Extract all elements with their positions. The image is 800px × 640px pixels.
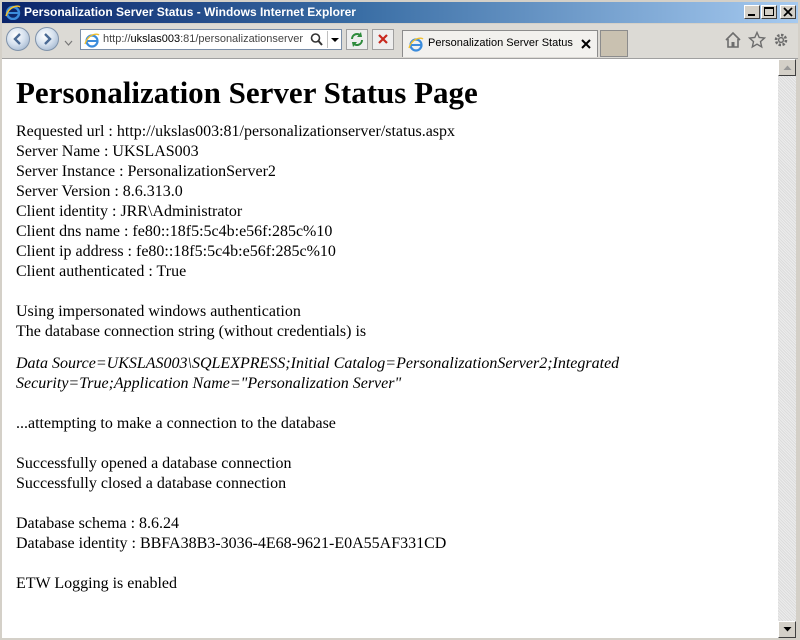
page-title: Personalization Server Status Page xyxy=(16,75,478,110)
database-identity: Database identity : BBFA38B3-3036-4E68-9… xyxy=(16,535,447,552)
close-window-button[interactable] xyxy=(780,5,796,19)
address-bar[interactable]: http://ukslas003:81/personalizationserve… xyxy=(80,29,342,50)
info-server-version: Server Version : 8.6.313.0 xyxy=(16,183,183,200)
new-tab-button[interactable] xyxy=(600,30,628,57)
info-server-instance: Server Instance : PersonalizationServer2 xyxy=(16,163,276,180)
address-dropdown-icon[interactable] xyxy=(327,31,342,48)
vertical-scrollbar[interactable] xyxy=(778,59,796,638)
etw-logging-status: ETW Logging is enabled xyxy=(16,575,177,592)
connection-attempt-text: ...attempting to make a connection to th… xyxy=(16,415,336,432)
connection-string-intro: The database connection string (without … xyxy=(16,323,367,340)
info-client-identity: Client identity : JRR\Administrator xyxy=(16,203,243,220)
info-client-dns-name: Client dns name : fe80::18f5:5c4b:e56f:2… xyxy=(16,223,333,240)
home-icon[interactable] xyxy=(724,31,742,49)
connection-closed-text: Successfully closed a database connectio… xyxy=(16,475,287,492)
refresh-button[interactable] xyxy=(346,29,368,50)
info-client-authenticated: Client authenticated : True xyxy=(16,263,187,280)
recent-pages-dropdown-icon[interactable] xyxy=(64,34,73,46)
tools-gear-icon[interactable] xyxy=(772,31,790,49)
minimize-button[interactable] xyxy=(744,5,760,19)
stop-button[interactable] xyxy=(372,29,394,50)
title-bar[interactable]: Personalization Server Status - Windows … xyxy=(2,2,798,23)
scroll-down-button[interactable] xyxy=(778,621,796,638)
maximize-button[interactable] xyxy=(761,5,777,19)
info-client-ip-address: Client ip address : fe80::18f5:5c4b:e56f… xyxy=(16,243,336,260)
back-button[interactable] xyxy=(6,27,30,51)
page-icon xyxy=(84,32,100,48)
address-url[interactable]: http://ukslas003:81/personalizationserve… xyxy=(103,30,303,49)
browser-window: Personalization Server Status - Windows … xyxy=(0,0,800,640)
window-title: Personalization Server Status - Windows … xyxy=(24,5,356,19)
favorites-star-icon[interactable] xyxy=(747,30,767,49)
scroll-up-button[interactable] xyxy=(778,59,796,76)
forward-button[interactable] xyxy=(35,27,59,51)
info-server-name: Server Name : UKSLAS003 xyxy=(16,143,199,160)
close-tab-icon[interactable] xyxy=(580,37,592,49)
info-requested-url: Requested url : http://ukslas003:81/pers… xyxy=(16,123,456,140)
page-content: Personalization Server Status Page Reque… xyxy=(16,59,756,594)
connection-opened-text: Successfully opened a database connectio… xyxy=(16,455,292,472)
auth-mode-text: Using impersonated windows authenticatio… xyxy=(16,303,301,320)
internet-explorer-icon xyxy=(5,4,21,21)
database-schema: Database schema : 8.6.24 xyxy=(16,515,180,532)
search-icon[interactable] xyxy=(309,31,325,48)
tab-label: Personalization Server Status xyxy=(428,37,573,49)
tab-page-icon xyxy=(408,36,424,52)
tab-personalization-server-status[interactable]: Personalization Server Status xyxy=(402,30,598,57)
page-viewport[interactable]: Personalization Server Status Page Reque… xyxy=(2,59,778,638)
browser-toolbar: http://ukslas003:81/personalizationserve… xyxy=(2,24,798,59)
connection-string: Data Source=UKSLAS003\SQLEXPRESS;Initial… xyxy=(16,355,620,392)
